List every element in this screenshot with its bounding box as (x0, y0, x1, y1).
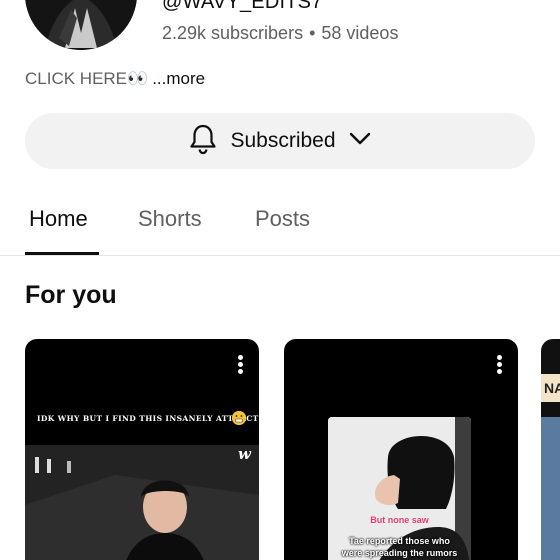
video-thumbnail (25, 445, 259, 560)
video-count: 58 videos (321, 23, 399, 43)
channel-tabs: Home Shorts Posts (0, 190, 560, 256)
bell-icon (188, 123, 218, 160)
chevron-down-icon (348, 130, 372, 153)
video-thumbnail: But none saw Tae reported those who were… (328, 417, 471, 560)
active-tab-indicator (25, 252, 99, 255)
video-caption: IDK WHY BUT I FIND THIS INSANELY ATTRACT… (37, 414, 259, 423)
short-card-1[interactable]: IDK WHY BUT I FIND THIS INSANELY ATTRACT… (25, 339, 259, 560)
channel-avatar[interactable] (25, 0, 137, 50)
subscribed-label: Subscribed (230, 129, 336, 152)
overlay-text-line-2: were spreading the rumors (341, 548, 458, 558)
subscriber-count: 2.29k subscribers (162, 23, 304, 43)
overlay-text-line-1: Tae reported those who (349, 536, 450, 546)
watermark: w (238, 445, 251, 463)
section-title: For you (25, 281, 117, 309)
video-banner-text: NA (541, 374, 560, 402)
more-options-icon[interactable] (235, 355, 245, 377)
video-thumbnail (541, 417, 560, 560)
separator-dot: • (309, 23, 316, 43)
more-options-icon[interactable] (494, 355, 504, 377)
overlay-text-red: But none saw (370, 515, 429, 525)
subscribed-button[interactable]: Subscribed (25, 113, 535, 169)
short-card-3[interactable]: NA (541, 339, 560, 560)
tab-posts[interactable]: Posts (255, 206, 310, 232)
avatar-image (25, 0, 137, 50)
grimace-emoji-icon (232, 411, 246, 425)
channel-description[interactable]: CLICK HERE👀 ...more (25, 69, 205, 89)
tab-shorts[interactable]: Shorts (138, 206, 202, 232)
short-card-2[interactable]: But none saw Tae reported those who were… (284, 339, 518, 560)
description-text: CLICK HERE👀 (25, 69, 149, 88)
tab-home[interactable]: Home (29, 206, 88, 232)
more-link[interactable]: ...more (152, 69, 205, 88)
channel-handle: @WAVY_EDITS7 (162, 0, 323, 13)
channel-stats: 2.29k subscribers • 58 videos (162, 23, 398, 44)
